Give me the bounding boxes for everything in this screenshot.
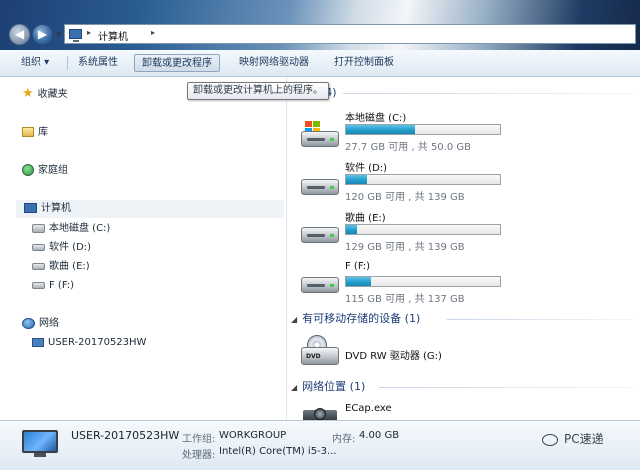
sidebar-item-drive-f[interactable]: F (F:) xyxy=(32,277,74,295)
network-item-name[interactable]: ECap.exe xyxy=(345,403,392,414)
drive-free-space-f: 115 GB 可用 , 共 137 GB xyxy=(345,294,465,305)
breadcrumb-separator-icon[interactable]: ▸ xyxy=(87,28,91,37)
library-icon xyxy=(22,127,34,137)
drive-name-c[interactable]: 本地磁盘 (C:) xyxy=(345,109,406,124)
hard-drive-icon[interactable] xyxy=(301,171,339,197)
sidebar-item-drive-e[interactable]: 歌曲 (E:) xyxy=(32,258,90,276)
sidebar-item-drive-c[interactable]: 本地磁盘 (C:) xyxy=(32,220,110,238)
watermark: PC速递 xyxy=(542,430,604,447)
processor-value: Intel(R) Core(TM) i5-3... xyxy=(219,446,337,457)
computer-monitor-icon xyxy=(22,430,58,457)
uninstall-program-button[interactable]: 卸载或更改程序 xyxy=(134,54,220,72)
system-drive-icon[interactable] xyxy=(301,121,339,149)
dvd-drive-icon[interactable]: DVD xyxy=(301,335,339,367)
drive-name-f[interactable]: F (F:) xyxy=(345,261,370,272)
group-divider xyxy=(343,93,633,94)
dvd-drive-name[interactable]: DVD RW 驱动器 (G:) xyxy=(345,347,442,362)
usage-fill xyxy=(346,125,415,134)
sidebar-item-libraries[interactable]: 库 xyxy=(22,124,48,142)
back-button[interactable]: ◀ xyxy=(9,24,30,45)
collapse-triangle-icon: ◢ xyxy=(291,383,298,392)
recent-pages-dropdown[interactable]: ▼ xyxy=(56,31,61,39)
arrow-right-icon: ▶ xyxy=(37,27,48,41)
usage-fill xyxy=(346,225,358,234)
network-camera-icon[interactable] xyxy=(301,406,339,420)
usage-fill xyxy=(346,277,371,286)
workgroup-label: 工作组: xyxy=(182,434,216,445)
group-header-network[interactable]: ◢ 网络位置 (1) xyxy=(291,379,365,395)
homegroup-icon xyxy=(22,164,34,176)
hard-drive-icon[interactable] xyxy=(301,219,339,245)
computer-icon xyxy=(69,29,82,42)
memory-value: 4.00 GB xyxy=(359,430,400,441)
breadcrumb-chevron-icon[interactable]: ▸ xyxy=(151,28,155,37)
hard-drive-icon xyxy=(32,243,45,251)
drive-free-space-e: 129 GB 可用 , 共 139 GB xyxy=(345,242,465,253)
forward-button[interactable]: ▶ xyxy=(32,24,53,45)
sidebar-item-network-pc[interactable]: USER-20170523HW xyxy=(32,334,146,352)
sidebar-item-network[interactable]: 网络 xyxy=(22,315,59,333)
drive-usage-bar-f xyxy=(345,276,501,287)
drive-free-space-c: 27.7 GB 可用 , 共 50.0 GB xyxy=(345,142,472,153)
collapse-triangle-icon: ◢ xyxy=(291,315,298,324)
memory-label: 内存: xyxy=(332,434,356,445)
arrow-left-icon: ◀ xyxy=(14,27,25,41)
toolbar-divider xyxy=(67,56,68,70)
sidebar-item-computer[interactable]: 计算机 xyxy=(16,200,284,218)
drive-usage-bar-d xyxy=(345,174,501,185)
drive-name-d[interactable]: 软件 (D:) xyxy=(345,159,387,174)
content-pane: (4) 本地磁盘 (C:) 27.7 GB 可用 , 共 50.0 GB 软件 … xyxy=(287,77,640,420)
usage-fill xyxy=(346,175,368,184)
hard-drive-icon[interactable] xyxy=(301,269,339,295)
drive-usage-bar-c xyxy=(345,124,501,135)
workgroup-value: WORKGROUP xyxy=(219,430,287,441)
address-bar[interactable]: ▸ 计算机 ▸ xyxy=(64,24,636,44)
group-divider xyxy=(447,319,633,320)
computer-icon xyxy=(24,203,37,213)
group-header-removable[interactable]: ◢ 有可移动存储的设备 (1) xyxy=(291,311,420,327)
sidebar-item-homegroup[interactable]: 家庭组 xyxy=(22,162,68,180)
sidebar-item-drive-d[interactable]: 软件 (D:) xyxy=(32,239,91,257)
star-icon: ★ xyxy=(22,86,34,101)
window-titlebar: ◀ ▶ ▼ ▸ 计算机 ▸ xyxy=(0,0,640,50)
system-drive-icon xyxy=(32,223,45,233)
uninstall-tooltip: 卸载或更改计算机上的程序。 xyxy=(187,82,329,100)
command-bar: 组织 ▾ 系统属性 卸载或更改程序 映射网络驱动器 打开控制面板 xyxy=(0,50,640,77)
map-network-drive-button[interactable]: 映射网络驱动器 xyxy=(232,54,316,72)
wechat-icon xyxy=(542,433,558,446)
navigation-pane: ★ 收藏夹 库 家庭组 计算机 本地磁盘 (C:) 软件 (D:) 歌曲 (E:)… xyxy=(0,77,287,420)
open-control-panel-button[interactable]: 打开控制面板 xyxy=(327,54,401,72)
drive-name-e[interactable]: 歌曲 (E:) xyxy=(345,209,386,224)
network-icon xyxy=(22,317,35,329)
sidebar-item-favorites[interactable]: ★ 收藏夹 xyxy=(22,85,68,103)
drive-free-space-d: 120 GB 可用 , 共 139 GB xyxy=(345,192,465,203)
group-divider xyxy=(379,387,633,388)
hard-drive-icon xyxy=(32,262,45,270)
processor-label: 处理器: xyxy=(182,450,216,461)
organize-button[interactable]: 组织 ▾ xyxy=(14,54,56,72)
computer-name: USER-20170523HW xyxy=(71,429,180,442)
breadcrumb-computer[interactable]: 计算机 xyxy=(98,28,128,43)
system-properties-button[interactable]: 系统属性 xyxy=(71,54,125,72)
hard-drive-icon xyxy=(32,281,45,289)
drive-usage-bar-e xyxy=(345,224,501,235)
network-computer-icon xyxy=(32,337,44,347)
